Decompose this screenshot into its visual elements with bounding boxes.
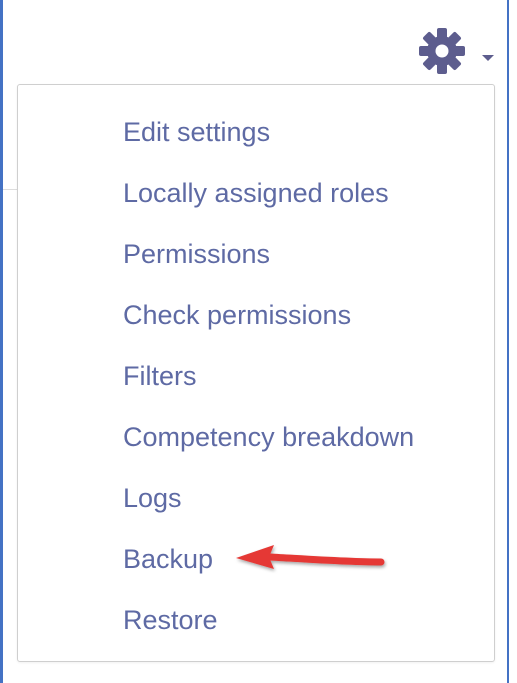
menu-item-permissions[interactable]: Permissions <box>123 234 270 274</box>
menu-item-locally-assigned-roles[interactable]: Locally assigned roles <box>123 173 389 213</box>
menu-item-edit-settings[interactable]: Edit settings <box>123 112 270 152</box>
menu-item-backup[interactable]: Backup <box>123 539 213 579</box>
red-arrow-icon <box>236 545 385 569</box>
menu-item-restore[interactable]: Restore <box>123 600 218 640</box>
menu-item-logs[interactable]: Logs <box>123 478 182 518</box>
settings-menu-toggle[interactable] <box>416 25 500 77</box>
gear-icon <box>419 28 465 74</box>
caret-down-icon <box>482 55 494 61</box>
menu-item-check-permissions[interactable]: Check permissions <box>123 295 351 335</box>
menu-item-competency-breakdown[interactable]: Competency breakdown <box>123 417 414 457</box>
page-divider <box>3 189 17 190</box>
menu-item-filters[interactable]: Filters <box>123 356 197 396</box>
